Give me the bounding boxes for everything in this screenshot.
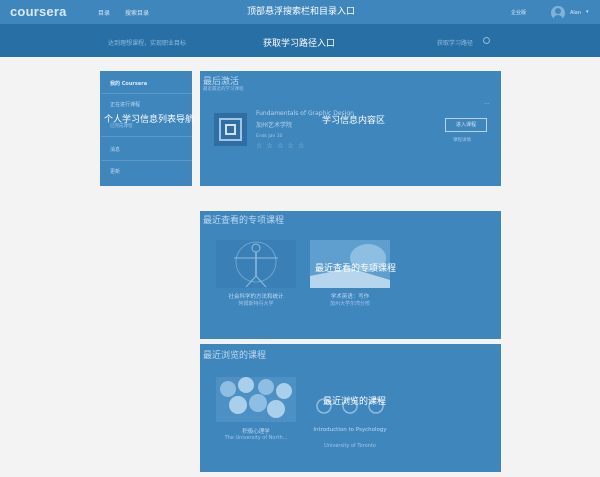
sidebar-item-my-coursera[interactable]: 我的 Coursera xyxy=(110,80,147,87)
path-slogan: 达到理想课程，实现职业目标 xyxy=(108,40,187,47)
sidebar-item-messages[interactable]: 消息 xyxy=(110,146,120,153)
coursera-logo[interactable]: coursera xyxy=(10,4,67,19)
avatar-body-shape xyxy=(553,15,563,20)
enter-course-button[interactable]: 进入课程 xyxy=(445,118,487,132)
course-card-org: University of Toronto xyxy=(324,443,376,449)
circle-icon[interactable] xyxy=(483,37,490,44)
overlay-label-browsed: 最近浏览的课程 xyxy=(323,397,387,407)
specialization-card-title[interactable]: 社会科学的方法和统计 xyxy=(216,292,296,300)
section-subtitle: 最近最近的学习课程 xyxy=(203,87,244,92)
get-learning-path-link[interactable]: 获取学习路径 xyxy=(437,38,473,47)
avatar[interactable] xyxy=(551,6,565,20)
overlay-label-content: 学习信息内容区 xyxy=(322,116,386,126)
course-thumbnail[interactable] xyxy=(214,113,247,146)
chevron-down-icon[interactable]: ▾ xyxy=(586,9,589,15)
crowd-image[interactable] xyxy=(216,377,296,422)
more-icon[interactable]: ··· xyxy=(484,101,490,108)
specialization-card-org: 阿姆斯特丹大学 xyxy=(238,301,274,307)
section-title-browsed: 最近浏览的课程 xyxy=(203,351,267,361)
overlay-label-path: 获取学习路径入口 xyxy=(263,39,336,49)
course-details-link[interactable]: 课程详情 xyxy=(453,137,471,143)
specialization-card-title[interactable]: 学术英语：写作 xyxy=(310,292,390,300)
sidebar-divider xyxy=(101,136,192,137)
course-meta: Ends Jan 10 xyxy=(256,134,283,139)
course-card-title[interactable]: Introduction to Psychology xyxy=(310,427,390,433)
specialization-card-org: 加州大学尔湾分校 xyxy=(329,301,370,307)
course-university: 加州艺术学院 xyxy=(256,122,293,129)
username[interactable]: Alan xyxy=(570,10,581,16)
course-card-title[interactable]: 积极心理学 xyxy=(216,427,296,435)
sidebar-item-completed[interactable]: 已完成课程 xyxy=(110,123,133,129)
sidebar-item-in-progress[interactable]: 正在进行课程 xyxy=(110,101,140,108)
avatar-head-shape xyxy=(555,8,561,14)
sidebar-item-updates[interactable]: 更新 xyxy=(110,168,120,175)
enterprise-link[interactable]: 企业版 xyxy=(511,9,526,16)
sidebar-divider xyxy=(101,160,192,161)
nav-catalog[interactable]: 目录 xyxy=(98,8,110,17)
star-rating-icon[interactable]: ☆ ☆ ☆ ☆ ☆ xyxy=(256,142,305,150)
square-pattern-inner xyxy=(225,124,236,135)
overlay-label-header: 顶部悬浮搜索栏和目录入口 xyxy=(247,7,356,17)
overlay-label-specializations: 最近查看的专项课程 xyxy=(315,264,397,274)
vitruvian-image[interactable] xyxy=(216,240,296,288)
sidebar-divider xyxy=(101,93,192,94)
section-title-specializations: 最近查看的专项课程 xyxy=(203,216,285,226)
top-navigation-bar: coursera 目录 搜索目录 顶部悬浮搜索栏和目录入口 企业版 Alan ▾ xyxy=(0,0,600,24)
nav-search-catalog[interactable]: 搜索目录 xyxy=(125,8,149,17)
course-card-org: The University of North... xyxy=(224,435,288,441)
